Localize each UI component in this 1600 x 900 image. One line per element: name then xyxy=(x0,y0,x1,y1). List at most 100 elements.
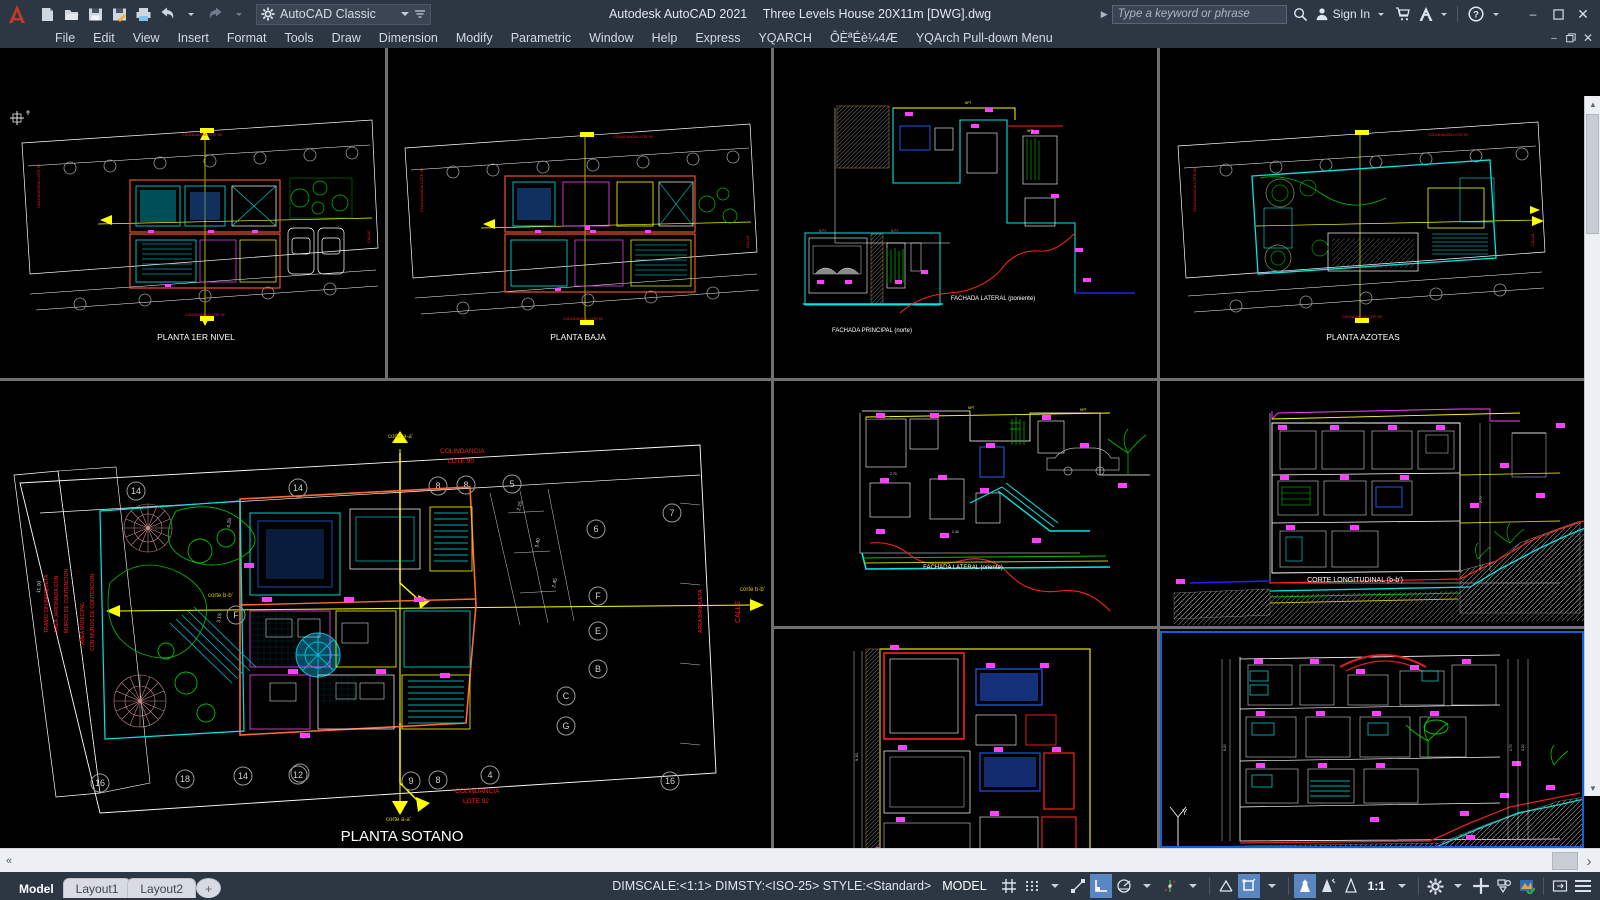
svg-text:COLINDANCIA: COLINDANCIA xyxy=(440,448,485,455)
menu-parametric[interactable]: Parametric xyxy=(502,31,580,45)
menu-modify[interactable]: Modify xyxy=(447,31,502,45)
annotation-scale-icon[interactable]: 1:1 xyxy=(1363,874,1390,898)
menu-yqarch[interactable]: YQARCH xyxy=(749,31,820,45)
account-dropdown-icon[interactable] xyxy=(1438,4,1450,24)
svg-text:CALLE: CALLE xyxy=(745,235,750,248)
svg-text:COLINDANCIA: COLINDANCIA xyxy=(455,788,500,795)
menu-edit[interactable]: Edit xyxy=(84,31,124,45)
tab-model[interactable]: Model xyxy=(6,878,67,898)
menu-yqarch-cjk[interactable]: ÔÈªÉè¼4Æ xyxy=(821,31,907,45)
cad-drawing-canvas[interactable]: COLINDANCIA LOTE 90 CALLE COLINDANCIA LO… xyxy=(0,48,1584,848)
saveas-icon[interactable] xyxy=(108,3,130,25)
doc-minimize-button[interactable]: – xyxy=(1546,30,1562,46)
help-dropdown-icon[interactable] xyxy=(1490,4,1502,24)
hardware-accel-icon[interactable] xyxy=(1470,874,1492,898)
vp-label-planta-azoteas: PLANTA AZOTEAS xyxy=(1326,332,1400,342)
graphics-performance-icon[interactable] xyxy=(1516,874,1538,898)
expand-toolbar-button[interactable]: › xyxy=(1578,850,1600,872)
search-icon[interactable] xyxy=(1290,4,1312,24)
workspace-dropdown-icon[interactable] xyxy=(401,12,409,16)
new-icon[interactable] xyxy=(36,3,58,25)
autocad-logo-icon xyxy=(0,0,34,28)
menu-view[interactable]: View xyxy=(124,31,169,45)
svg-text:N.P.T.: N.P.T. xyxy=(819,229,827,233)
menu-tools[interactable]: Tools xyxy=(275,31,322,45)
object-snap-tracking-icon[interactable] xyxy=(1159,874,1181,898)
autodesk-account-icon[interactable] xyxy=(1417,4,1435,24)
menu-window[interactable]: Window xyxy=(580,31,642,45)
status-divider-4 xyxy=(1543,877,1544,895)
polar-dropdown-icon[interactable] xyxy=(1136,874,1158,898)
model-space-button[interactable]: MODEL xyxy=(932,879,996,893)
redo-dropdown-icon[interactable] xyxy=(228,3,250,25)
menu-draw[interactable]: Draw xyxy=(323,31,370,45)
close-button[interactable]: ✕ xyxy=(1572,4,1594,24)
plot-icon[interactable] xyxy=(132,3,154,25)
sign-in-button[interactable]: Sign In xyxy=(1315,7,1370,21)
scroll-up-arrow[interactable]: ▲ xyxy=(1585,96,1600,112)
help-icon[interactable]: ? xyxy=(1465,4,1487,24)
vertical-scrollbar[interactable]: ▲ ▼ xyxy=(1584,96,1600,796)
grid-display-icon[interactable] xyxy=(998,874,1020,898)
tab-layout2[interactable]: Layout2 xyxy=(127,878,197,898)
scroll-corner-box[interactable] xyxy=(1552,852,1578,870)
osnap-dropdown-icon[interactable] xyxy=(1182,874,1204,898)
object-snap-icon[interactable] xyxy=(1237,874,1260,898)
minimize-button[interactable]: – xyxy=(1522,4,1544,24)
menu-insert[interactable]: Insert xyxy=(169,31,218,45)
menu-yqarch-pulldown[interactable]: YQArch Pull-down Menu xyxy=(907,31,1062,45)
product-name: Autodesk AutoCAD 2021 xyxy=(608,7,748,21)
collapse-toolbar-button[interactable]: « xyxy=(0,850,18,872)
add-layout-button[interactable]: + xyxy=(196,878,222,898)
vertical-scroll-thumb[interactable] xyxy=(1586,114,1599,234)
workspace-switcher[interactable]: AutoCAD Classic xyxy=(256,3,431,25)
clean-screen-icon[interactable] xyxy=(1549,874,1571,898)
menu-file[interactable]: File xyxy=(46,31,84,45)
search-expand-icon[interactable]: ▶ xyxy=(1101,9,1108,20)
lineweight-icon[interactable] xyxy=(1293,874,1316,898)
minimize-glyph: – xyxy=(1529,7,1537,21)
dim-status-text: DIMSCALE:<1:1> DIMSTY:<ISO-25> STYLE:<St… xyxy=(612,879,932,893)
snap-dropdown-icon[interactable] xyxy=(1044,874,1066,898)
ortho-mode-icon[interactable] xyxy=(1089,874,1112,898)
menu-dimension[interactable]: Dimension xyxy=(370,31,447,45)
transparency-icon[interactable] xyxy=(1317,874,1339,898)
workspace-menu-icon[interactable] xyxy=(414,8,426,20)
save-icon[interactable] xyxy=(84,3,106,25)
drawing-area[interactable]: COLINDANCIA LOTE 90 CALLE COLINDANCIA LO… xyxy=(0,48,1600,848)
scale-dropdown-icon[interactable] xyxy=(1391,874,1413,898)
workspace-gear-icon[interactable] xyxy=(1424,874,1446,898)
svg-text:LOTE 92: LOTE 92 xyxy=(463,798,489,805)
maximize-button[interactable] xyxy=(1547,4,1569,24)
undo-dropdown-icon[interactable] xyxy=(180,3,202,25)
toolbar-divider xyxy=(1457,6,1458,22)
undo-icon[interactable] xyxy=(156,3,178,25)
redo-icon[interactable] xyxy=(204,3,226,25)
tab-layout1[interactable]: Layout1 xyxy=(62,878,132,898)
open-icon[interactable] xyxy=(60,3,82,25)
svg-text:3.40: 3.40 xyxy=(534,537,542,548)
svg-text:NPT: NPT xyxy=(1027,129,1033,133)
doc-close-button[interactable]: ✕ xyxy=(1580,30,1596,46)
menu-help[interactable]: Help xyxy=(643,31,687,45)
annotation-visibility-icon[interactable] xyxy=(1215,874,1237,898)
polar-tracking-icon[interactable] xyxy=(1113,874,1135,898)
scroll-down-arrow[interactable]: ▼ xyxy=(1585,780,1600,796)
snap-mode-icon[interactable] xyxy=(1021,874,1043,898)
svg-text:2.40: 2.40 xyxy=(952,530,959,534)
customization-icon[interactable] xyxy=(1572,874,1594,898)
search-input[interactable] xyxy=(1111,4,1287,24)
menu-express[interactable]: Express xyxy=(686,31,749,45)
menu-format[interactable]: Format xyxy=(218,31,276,45)
workspace-dropdown-icon[interactable] xyxy=(1447,874,1469,898)
signin-dropdown-icon[interactable] xyxy=(1373,4,1389,24)
infer-constraints-icon[interactable] xyxy=(1067,874,1089,898)
vp-corte-transversal-content: Y 2.70 3.20 9.20 xyxy=(1169,654,1584,848)
svg-text:COLINDANCIA LOTE 90: COLINDANCIA LOTE 90 xyxy=(36,163,41,208)
svg-text:AREA BANQUETA: AREA BANQUETA xyxy=(698,589,704,633)
isolate-objects-icon[interactable] xyxy=(1493,874,1515,898)
selection-cycling-icon[interactable] xyxy=(1340,874,1362,898)
autodesk-store-icon[interactable] xyxy=(1392,4,1414,24)
osnap2-dropdown-icon[interactable] xyxy=(1261,874,1283,898)
doc-restore-button[interactable] xyxy=(1563,30,1579,46)
